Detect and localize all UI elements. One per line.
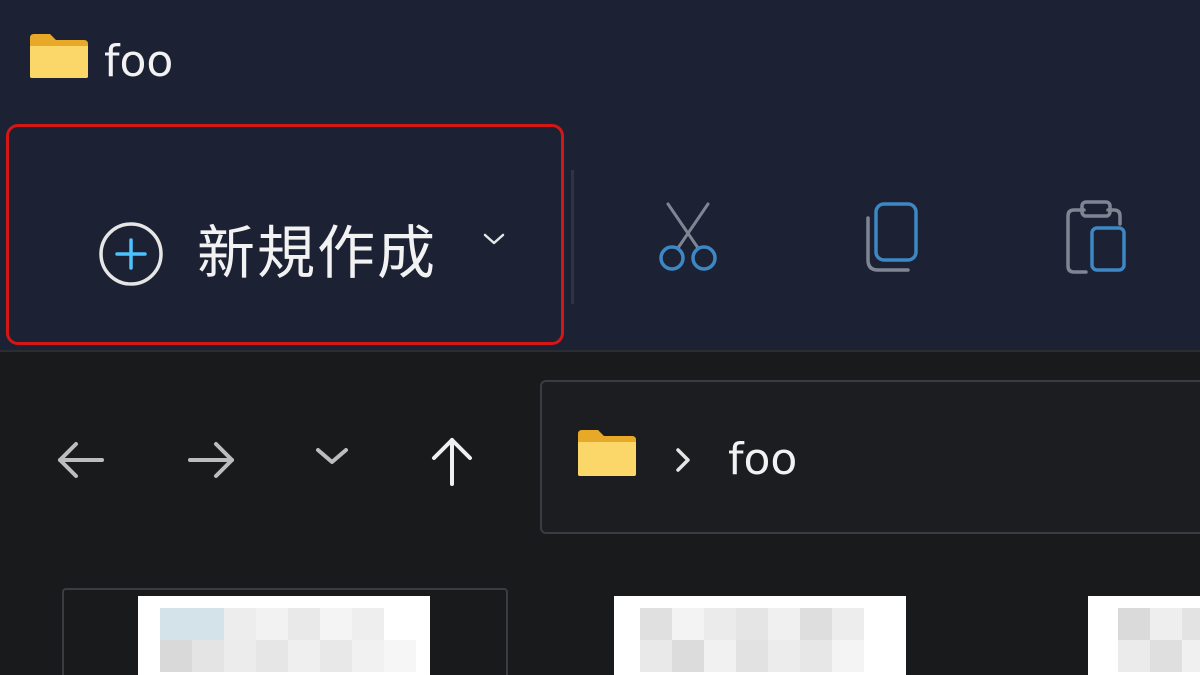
file-thumbnail[interactable] (1088, 596, 1200, 675)
thumbnail-pixel (320, 640, 352, 672)
thumbnail-pixel (832, 640, 864, 672)
arrow-left-icon[interactable] (50, 430, 110, 490)
thumbnail-pixel (320, 608, 352, 640)
thumbnail-pixel (224, 608, 256, 640)
thumbnail-pixel (768, 640, 800, 672)
thumbnail-pixel (640, 608, 672, 640)
breadcrumb-folder[interactable]: foo (728, 432, 797, 488)
thumbnail-pixel (160, 640, 192, 672)
toolbar-divider (571, 170, 574, 304)
thumbnail-pixel (704, 608, 736, 640)
thumbnail-pixel (640, 640, 672, 672)
command-bar-area: foo 新規作成 (0, 0, 1200, 350)
thumbnail-pixel (256, 640, 288, 672)
scissors-icon[interactable] (648, 196, 728, 276)
plus-circle-icon (99, 222, 163, 286)
thumbnail-pixel (352, 608, 384, 640)
navigation-bar: foo (0, 350, 1200, 552)
thumbnail-pixel (160, 608, 224, 640)
breadcrumb-separator-icon[interactable] (672, 442, 694, 478)
thumbnail-pixel (192, 640, 224, 672)
folder-icon (578, 430, 636, 476)
thumbnail-pixel (1182, 608, 1200, 640)
chevron-down-icon (483, 233, 505, 245)
thumbnail-pixel (256, 608, 288, 640)
thumbnail-pixel (736, 640, 768, 672)
window-title: foo (104, 36, 174, 87)
file-explorer-window: foo 新規作成 foo (0, 0, 1200, 675)
thumbnail-pixel (672, 608, 704, 640)
title-bar: foo (0, 0, 1200, 120)
thumbnail-pixel (832, 608, 864, 640)
file-view (0, 550, 1200, 675)
thumbnail-pixel (1150, 608, 1182, 640)
thumbnail-pixel (1118, 640, 1150, 672)
thumbnail-pixel (800, 608, 832, 640)
address-bar[interactable]: foo (540, 380, 1200, 534)
thumbnail-pixel (1118, 608, 1150, 640)
thumbnail-pixel (704, 640, 736, 672)
arrow-right-icon[interactable] (182, 430, 242, 490)
thumbnail-pixel (288, 608, 320, 640)
folder-icon (30, 34, 88, 78)
thumbnail-pixel (672, 640, 704, 672)
new-button-label: 新規作成 (197, 219, 438, 287)
thumbnail-pixel (288, 640, 320, 672)
file-thumbnail[interactable] (138, 596, 430, 675)
thumbnail-pixel (768, 608, 800, 640)
recent-locations-chevron-icon[interactable] (306, 430, 366, 490)
thumbnail-pixel (224, 640, 256, 672)
thumbnail-pixel (1182, 640, 1200, 672)
thumbnail-pixel (1150, 640, 1182, 672)
file-thumbnail[interactable] (614, 596, 906, 675)
thumbnail-pixel (352, 640, 384, 672)
paste-icon[interactable] (1056, 196, 1136, 276)
thumbnail-pixel (736, 608, 768, 640)
new-button[interactable]: 新規作成 (6, 124, 564, 345)
thumbnail-pixel (384, 640, 416, 672)
arrow-up-icon[interactable] (422, 430, 482, 490)
thumbnail-pixel (800, 640, 832, 672)
copy-icon[interactable] (852, 196, 932, 276)
